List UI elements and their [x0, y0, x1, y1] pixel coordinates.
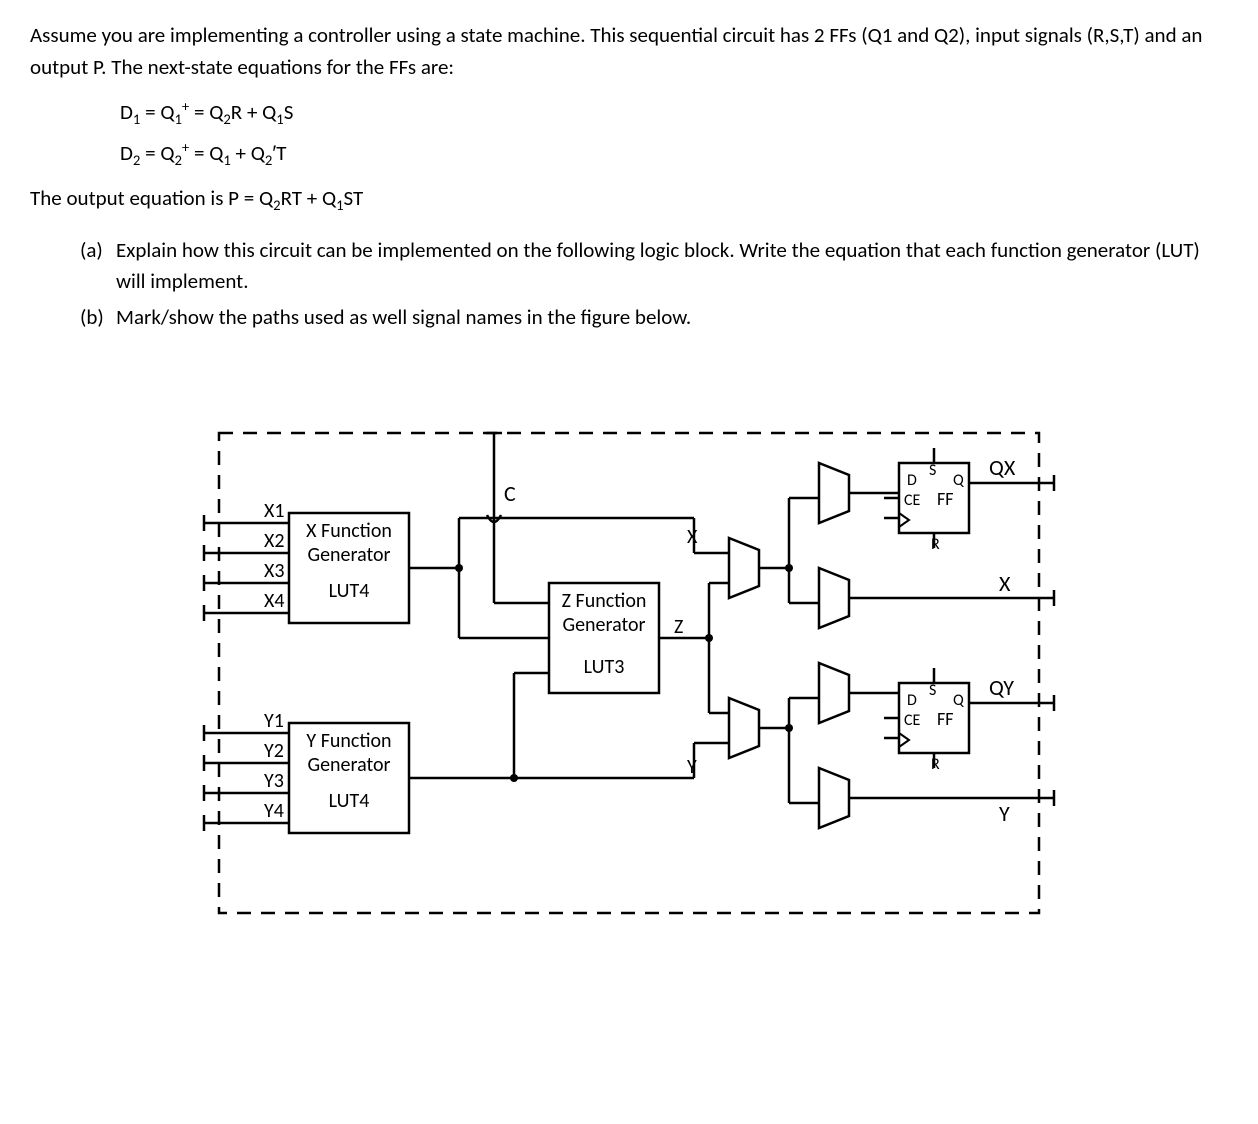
equation-d2: D2 = Q2+ = Q1 + Q2′T	[120, 138, 1228, 169]
intro-paragraph: Assume you are implementing a controller…	[30, 20, 1228, 83]
svg-text:Q: Q	[953, 471, 965, 490]
x-signal-label: X	[687, 525, 698, 549]
svg-text:Y1: Y1	[264, 709, 284, 733]
y-signal-label: Y	[687, 755, 697, 779]
part-a-label: (a)	[80, 235, 116, 298]
c-label: C	[504, 480, 516, 507]
x-lut-sub: Generator	[307, 543, 390, 567]
equation-d1: D1 = Q1+ = Q2R + Q1S	[120, 97, 1228, 128]
svg-text:X2: X2	[264, 529, 285, 553]
part-b: (b) Mark/show the paths used as well sig…	[80, 302, 1228, 334]
svg-text:R: R	[931, 755, 940, 774]
qx-label: QX	[989, 454, 1016, 481]
part-a-text: Explain how this circuit can be implemen…	[116, 235, 1228, 298]
flipflop-top: D S Q CE FF R	[884, 448, 969, 554]
equation-block: D1 = Q1+ = Q2R + Q1S D2 = Q2+ = Q1 + Q2′…	[120, 97, 1228, 169]
part-b-label: (b)	[80, 302, 116, 334]
output-eq: P = Q2RT + Q1ST	[228, 185, 363, 211]
svg-text:FF: FF	[937, 708, 954, 730]
mux-icon	[729, 698, 759, 758]
svg-text:R: R	[931, 535, 940, 554]
y-lut-title: Y Function	[306, 729, 391, 753]
mux-icon	[819, 663, 849, 723]
svg-text:X3: X3	[264, 559, 285, 583]
z-lut-sub: Generator	[562, 613, 645, 637]
z-lut-title: Z Function	[562, 589, 647, 613]
svg-text:Y2: Y2	[264, 739, 284, 763]
x-out-label: X	[999, 570, 1011, 597]
output-eq-prefix: The output equation is	[30, 185, 228, 211]
mux-icon	[819, 768, 849, 828]
y-inputs: Y1 Y2 Y3 Y4	[204, 709, 289, 831]
svg-text:CE: CE	[904, 491, 921, 510]
y-lut-name: LUT4	[329, 789, 370, 813]
question-parts: (a) Explain how this circuit can be impl…	[80, 235, 1228, 334]
part-b-text: Mark/show the paths used as well signal …	[116, 302, 691, 334]
x-lut-title: X Function	[306, 519, 392, 543]
circuit-diagram: X Function Generator LUT4 X1 X2 X3 X4 Y …	[30, 423, 1228, 923]
svg-text:X4: X4	[264, 589, 285, 613]
mux-icon	[819, 568, 849, 628]
svg-text:FF: FF	[937, 488, 954, 510]
qy-label: QY	[989, 674, 1014, 701]
svg-text:Y3: Y3	[264, 769, 284, 793]
svg-text:X1: X1	[264, 499, 285, 523]
svg-text:Q: Q	[953, 691, 965, 710]
svg-text:D: D	[907, 691, 917, 710]
svg-text:Y4: Y4	[264, 799, 284, 823]
x-inputs: X1 X2 X3 X4	[204, 499, 289, 621]
mux-icon	[729, 538, 759, 598]
x-lut-name: LUT4	[329, 579, 370, 603]
svg-text:S: S	[929, 461, 936, 480]
mux-icon	[819, 463, 849, 523]
z-lut-name: LUT3	[584, 655, 625, 679]
svg-text:CE: CE	[904, 711, 921, 730]
z-signal-label: Z	[674, 615, 683, 639]
output-equation-line: The output equation is P = Q2RT + Q1ST	[30, 183, 1228, 216]
svg-text:D: D	[907, 471, 917, 490]
y-out-label: Y	[999, 800, 1010, 827]
svg-text:S: S	[929, 681, 936, 700]
flipflop-bottom: D S Q CE FF R	[884, 668, 969, 774]
y-lut-sub: Generator	[307, 753, 390, 777]
part-a: (a) Explain how this circuit can be impl…	[80, 235, 1228, 298]
